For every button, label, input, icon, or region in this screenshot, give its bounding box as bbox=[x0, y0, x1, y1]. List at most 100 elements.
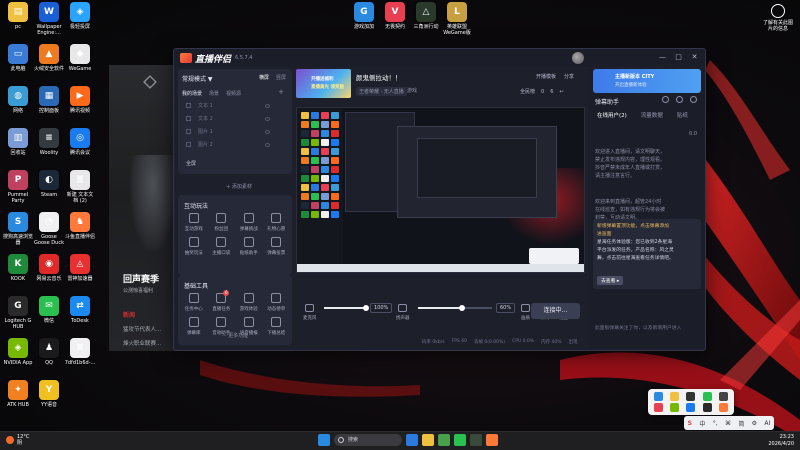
maximize-button[interactable]: □ bbox=[674, 53, 683, 62]
taskbar-app-icon[interactable] bbox=[454, 434, 466, 446]
rank-button[interactable]: 全民榜 bbox=[520, 88, 535, 95]
checkbox[interactable] bbox=[186, 103, 191, 108]
tray-app-icon[interactable] bbox=[719, 392, 729, 401]
taskbar-app-icon[interactable] bbox=[422, 434, 434, 446]
taskbar-app-icon[interactable] bbox=[438, 434, 450, 446]
tool-button[interactable]: 6 直播任务 bbox=[208, 290, 236, 312]
tool-button[interactable]: 贴纸助手 bbox=[235, 237, 263, 256]
more-features-button[interactable]: ··· 更多功能 bbox=[178, 332, 292, 339]
desktop-shortcut[interactable]: Y YY语音 bbox=[31, 380, 67, 408]
tray-app-icon[interactable] bbox=[686, 403, 696, 412]
desktop-shortcut[interactable]: L 英雄联盟 WeGame版 bbox=[439, 2, 475, 36]
eye-icon[interactable] bbox=[265, 103, 270, 108]
close-button[interactable]: ✕ bbox=[690, 53, 699, 62]
game-news-tab[interactable]: 新闻 bbox=[123, 310, 135, 319]
minimize-button[interactable]: — bbox=[658, 53, 667, 62]
filter-icon[interactable] bbox=[662, 96, 669, 103]
checkbox[interactable] bbox=[186, 116, 191, 121]
tool-button[interactable]: 弹幕投票 bbox=[263, 237, 291, 256]
list-item[interactable]: 文本 1 bbox=[182, 99, 286, 112]
desktop-shortcut[interactable]: ≡ 7dfd1b6d-... bbox=[62, 338, 98, 366]
tool-button[interactable]: 动态榜单 bbox=[263, 293, 291, 312]
simplified-toggle[interactable]: 简 bbox=[738, 419, 744, 428]
mode-dropdown[interactable]: 常规模式 ▼ bbox=[182, 74, 213, 83]
taskbar-app-icon[interactable] bbox=[406, 434, 418, 446]
eye-icon[interactable] bbox=[265, 116, 270, 121]
desktop-shortcut[interactable]: ≣ 新建 文本文 档 (2) bbox=[62, 170, 98, 204]
tray-app-icon[interactable] bbox=[653, 403, 663, 412]
punctuation-toggle[interactable]: °, bbox=[713, 420, 718, 427]
tab-portrait[interactable]: 竖屏 bbox=[276, 74, 286, 81]
tab-landscape[interactable]: 横屏 bbox=[259, 74, 269, 81]
tray-app-icon[interactable] bbox=[670, 403, 680, 412]
eye-icon[interactable] bbox=[265, 129, 270, 134]
checkbox[interactable] bbox=[186, 142, 191, 147]
tab-traffic-data[interactable]: 流量数据 bbox=[641, 111, 663, 119]
desktop-shortcut[interactable]: ◬ 雷神加速器 bbox=[62, 254, 98, 282]
start-button[interactable] bbox=[318, 434, 330, 446]
add-source-button[interactable]: + 添加素材 bbox=[182, 183, 296, 190]
taskbar-app-icon[interactable] bbox=[470, 434, 482, 446]
list-item[interactable]: 图片 2 bbox=[182, 138, 286, 151]
tool-button[interactable]: 抽奖玩法 bbox=[180, 237, 208, 256]
list-item[interactable]: 图片 1 bbox=[182, 125, 286, 138]
desktop-shortcut[interactable]: ◆ WeGame bbox=[62, 44, 98, 72]
refresh-icon[interactable]: ↩ bbox=[559, 89, 563, 95]
tray-app-icon[interactable] bbox=[653, 392, 663, 401]
eye-icon[interactable] bbox=[265, 142, 270, 147]
template-button[interactable]: 开播模板 bbox=[536, 73, 556, 80]
tray-app-icon[interactable] bbox=[702, 403, 712, 412]
wallpaper-info-shortcut[interactable]: 了解有关此图 片的信息 bbox=[760, 4, 796, 32]
desktop-shortcut[interactable]: ⇄ ToDesk bbox=[62, 296, 98, 324]
ime-mode[interactable]: 中 bbox=[699, 419, 705, 428]
tool-button[interactable]: 任务中心 bbox=[180, 293, 208, 312]
tab-my-scenes[interactable]: 我的场景 bbox=[182, 90, 202, 97]
quality-icon[interactable] bbox=[521, 304, 530, 312]
game-news-item[interactable]: 烽火职业联赛... bbox=[123, 339, 161, 347]
weather-widget[interactable]: 12°C 阴 bbox=[6, 434, 29, 446]
add-scene-icon[interactable]: + bbox=[278, 88, 284, 96]
taskbar-app-icon[interactable] bbox=[486, 434, 498, 446]
avatar[interactable] bbox=[572, 52, 584, 64]
view-task-button[interactable]: 去查看 ▸ bbox=[597, 276, 624, 285]
desktop-shortcut[interactable]: ◎ 腾讯会议 bbox=[62, 128, 98, 156]
share-button[interactable]: 分享 bbox=[564, 73, 574, 80]
tool-button[interactable]: 弹幕挑战 bbox=[235, 213, 263, 232]
desktop-shortcut[interactable]: ♞ 斗鱼直播伴侣 bbox=[62, 212, 98, 240]
mic-volume-slider[interactable] bbox=[324, 305, 369, 311]
speaker-volume-slider[interactable] bbox=[418, 305, 492, 311]
tool-button[interactable]: 礼物心愿 bbox=[263, 213, 291, 232]
room-category[interactable]: 王者荣耀 · 无人直播 bbox=[356, 87, 407, 96]
ime-settings-icon[interactable]: ⚙ bbox=[752, 420, 757, 427]
keyboard-icon[interactable]: ⌘ bbox=[725, 420, 731, 427]
tool-button[interactable]: 粉丝团 bbox=[208, 213, 236, 232]
microphone-icon[interactable] bbox=[305, 304, 315, 312]
search-input[interactable]: 搜索 bbox=[334, 434, 402, 446]
clock[interactable]: 23:23 2026/4/20 bbox=[768, 434, 794, 448]
popout-icon[interactable] bbox=[690, 96, 697, 103]
tool-button[interactable]: 主播口袋 bbox=[208, 237, 236, 256]
tab-stickers[interactable]: 贴纸 bbox=[677, 111, 688, 119]
desktop-shortcut[interactable]: ▶ 腾讯视频 bbox=[62, 86, 98, 114]
tray-app-icon[interactable] bbox=[670, 392, 680, 401]
stream-preview[interactable] bbox=[296, 107, 585, 273]
checkbox[interactable] bbox=[186, 129, 191, 134]
tray-app-icon[interactable] bbox=[686, 392, 696, 401]
tab-online-users[interactable]: 在线用户(2) bbox=[597, 111, 627, 119]
game-news-item[interactable]: 猛攻节代表人... bbox=[123, 325, 161, 333]
tool-button[interactable]: 游戏体验 bbox=[235, 293, 263, 312]
tray-app-icon[interactable] bbox=[702, 392, 712, 401]
event-banner[interactable]: 开播送福利 直播高光 领奖励 bbox=[296, 69, 351, 98]
tab-video-source[interactable]: 视频源 bbox=[226, 90, 241, 97]
promo-banner[interactable]: 主播新版本 CITY 开启直播新体验 bbox=[593, 69, 701, 93]
tool-button[interactable]: 互动游戏 bbox=[180, 213, 208, 232]
fullscreen-source[interactable]: 全屏 bbox=[186, 160, 196, 167]
start-live-button[interactable]: 连接中... bbox=[531, 303, 580, 319]
list-item[interactable]: 文本 2 bbox=[182, 112, 286, 125]
ai-button[interactable]: AI bbox=[764, 420, 770, 427]
room-title[interactable]: 颜鬼侧拉动！！ bbox=[356, 72, 402, 82]
sogou-ime-icon[interactable]: S bbox=[688, 420, 692, 427]
desktop-shortcut[interactable]: ◈ 极轻投屏 bbox=[62, 2, 98, 30]
gear-icon[interactable] bbox=[676, 96, 683, 103]
speaker-icon[interactable] bbox=[398, 304, 408, 312]
